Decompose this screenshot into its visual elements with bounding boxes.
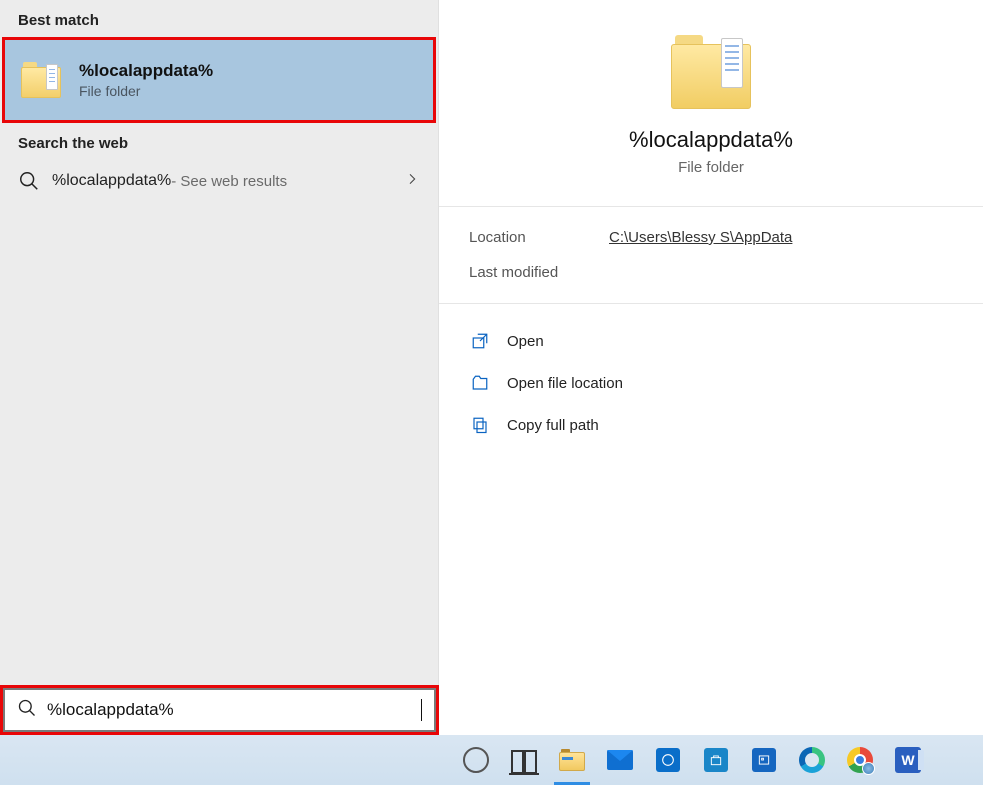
location-label: Location	[469, 229, 609, 246]
meta-row-last-modified: Last modified	[469, 264, 953, 281]
web-result-suffix: - See web results	[171, 173, 287, 190]
taskbar-file-explorer[interactable]	[548, 735, 596, 785]
search-bar-area	[0, 685, 439, 735]
detail-metadata: Location C:\Users\Blessy S\AppData Last …	[439, 207, 983, 304]
folder-icon	[21, 62, 61, 98]
detail-subtitle: File folder	[459, 159, 963, 176]
mail-icon	[607, 747, 633, 773]
task-view-button[interactable]	[500, 735, 548, 785]
cortana-icon	[463, 747, 489, 773]
web-search-result[interactable]: %localappdata% - See web results	[0, 160, 438, 202]
open-location-icon	[469, 372, 491, 394]
best-match-result[interactable]: %localappdata% File folder	[5, 40, 433, 120]
taskbar-dell[interactable]	[644, 735, 692, 785]
detail-title: %localappdata%	[459, 127, 963, 153]
dell-icon	[655, 747, 681, 773]
best-match-header: Best match	[0, 0, 438, 37]
best-match-title: %localappdata%	[79, 61, 213, 81]
microsoft-store-icon	[703, 747, 729, 773]
taskbar-edge[interactable]	[788, 735, 836, 785]
taskbar-word[interactable]: W	[884, 735, 932, 785]
best-match-subtitle: File folder	[79, 83, 213, 99]
last-modified-label: Last modified	[469, 264, 609, 281]
action-open-location-label: Open file location	[507, 375, 623, 392]
cortana-button[interactable]	[452, 735, 500, 785]
edge-icon	[799, 747, 825, 773]
chrome-icon	[847, 747, 873, 773]
search-results-pane: Best match %localappdata% File folder Se…	[0, 0, 439, 735]
best-match-text: %localappdata% File folder	[79, 61, 213, 99]
windows-search-panel: { "left": { "best_match_header": "Best m…	[0, 0, 983, 785]
taskbar-store[interactable]	[692, 735, 740, 785]
task-view-icon	[511, 747, 537, 773]
search-web-header: Search the web	[0, 123, 438, 160]
action-open-label: Open	[507, 333, 544, 350]
action-copy-path-label: Copy full path	[507, 417, 599, 434]
taskbar-mail[interactable]	[596, 735, 644, 785]
taskbar: W	[0, 735, 983, 785]
action-open-file-location[interactable]: Open file location	[469, 362, 953, 404]
web-result-query: %localappdata%	[52, 172, 171, 190]
result-detail-pane: %localappdata% File folder Location C:\U…	[439, 0, 983, 735]
action-copy-full-path[interactable]: Copy full path	[469, 404, 953, 446]
detail-hero: %localappdata% File folder	[439, 0, 983, 207]
annotation-highlight-best-match: %localappdata% File folder	[2, 37, 436, 123]
action-open[interactable]: Open	[469, 320, 953, 362]
outlook-icon	[751, 747, 777, 773]
open-icon	[469, 330, 491, 352]
file-explorer-icon	[559, 747, 585, 773]
meta-row-location: Location C:\Users\Blessy S\AppData	[469, 229, 953, 246]
chevron-right-icon[interactable]	[404, 171, 420, 192]
search-bar[interactable]	[3, 688, 436, 732]
location-value[interactable]: C:\Users\Blessy S\AppData	[609, 229, 792, 246]
detail-actions: Open Open file location Copy full path	[439, 304, 983, 462]
folder-icon	[671, 35, 751, 109]
search-input[interactable]	[47, 700, 420, 720]
copy-icon	[469, 414, 491, 436]
taskbar-outlook[interactable]	[740, 735, 788, 785]
word-icon: W	[895, 747, 921, 773]
search-icon	[17, 698, 37, 723]
taskbar-chrome[interactable]	[836, 735, 884, 785]
text-caret	[421, 699, 422, 721]
search-icon	[18, 170, 40, 192]
